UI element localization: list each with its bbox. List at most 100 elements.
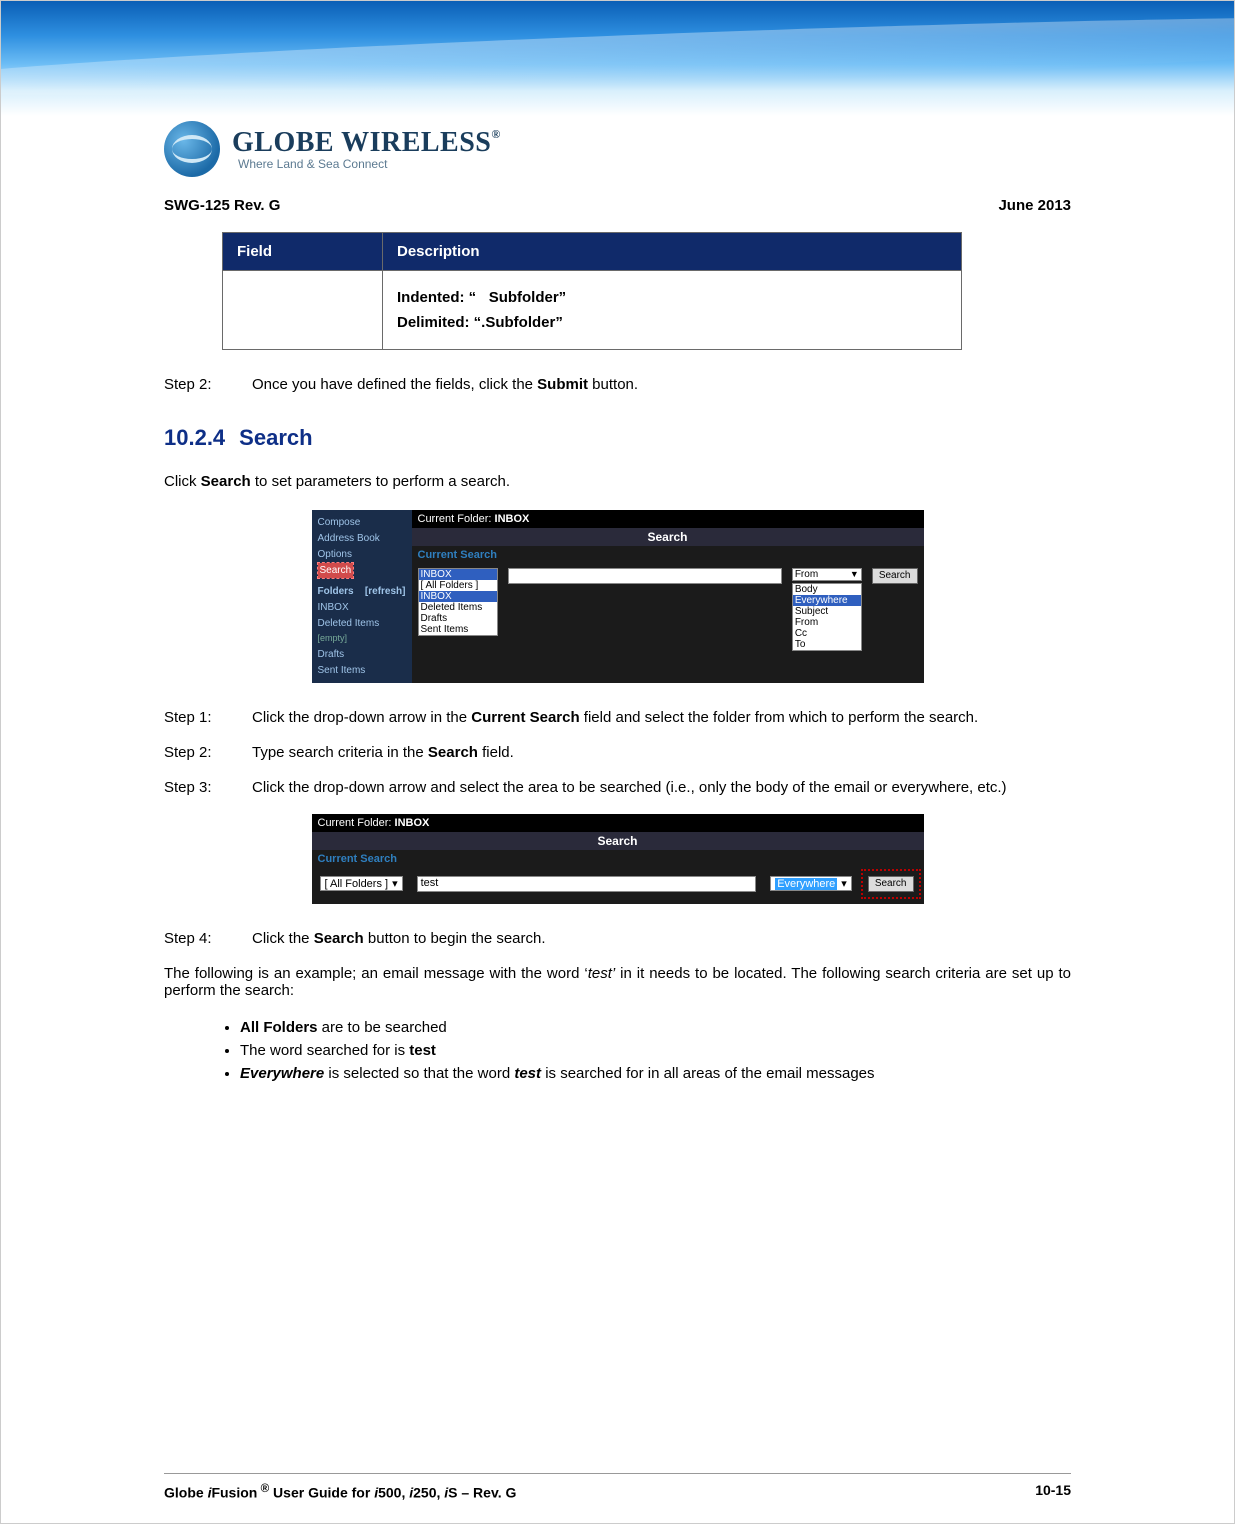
dd-everywhere[interactable]: Everywhere: [793, 595, 861, 606]
listbox-deleted[interactable]: Deleted Items: [419, 602, 497, 613]
step-3: Step 3: Click the drop-down arrow and se…: [164, 779, 1071, 796]
brand-tagline: Where Land & Sea Connect: [238, 157, 501, 171]
folder-selected: [ All Folders ]: [325, 878, 389, 890]
b1-bold: All Folders: [240, 1019, 318, 1036]
fl4: 500,: [378, 1485, 409, 1501]
t2: button to begin the search.: [364, 930, 546, 947]
fl5: 250,: [413, 1485, 444, 1501]
page: GLOBE WIRELESS® Where Land & Sea Connect…: [0, 0, 1235, 1524]
sidebar-drafts[interactable]: Drafts: [318, 647, 406, 662]
listbox-all-folders[interactable]: [ All Folders ]: [419, 580, 497, 591]
fl2: Fusion: [211, 1485, 257, 1501]
listbox-sent[interactable]: Sent Items: [419, 624, 497, 635]
folder-listbox[interactable]: INBOX [ All Folders ] INBOX Deleted Item…: [418, 568, 498, 636]
header-banner: [1, 1, 1234, 116]
fl-sup: ®: [257, 1482, 269, 1495]
th-field: Field: [223, 233, 383, 271]
search-text-input[interactable]: test: [417, 876, 757, 892]
step-2: Step 2: Type search criteria in the Sear…: [164, 744, 1071, 761]
sidebar-address-book[interactable]: Address Book: [318, 531, 406, 546]
sidebar-deleted[interactable]: Deleted Items: [318, 616, 406, 631]
sidebar-folders-header: Folders [refresh]: [318, 584, 406, 599]
sidebar-compose[interactable]: Compose: [318, 515, 406, 530]
dd-body[interactable]: Body: [793, 584, 861, 595]
highlight-callout: Search: [866, 874, 916, 894]
sidebar-empty[interactable]: [empty]: [318, 632, 406, 646]
step-label: Step 4:: [164, 930, 234, 947]
step-label: Step 2:: [164, 376, 234, 393]
doc-date: June 2013: [998, 197, 1071, 214]
step-text: Once you have defined the fields, click …: [252, 376, 537, 393]
scope-selected: Everywhere: [775, 878, 837, 890]
search-text-input[interactable]: [508, 568, 782, 584]
dd-to[interactable]: To: [793, 639, 861, 650]
cf-label: Current Folder:: [418, 513, 495, 525]
folders-label: Folders: [318, 584, 354, 599]
logo: GLOBE WIRELESS® Where Land & Sea Connect: [164, 121, 1234, 177]
search-button[interactable]: Search: [872, 568, 918, 584]
step-body: Click the drop-down arrow in the Current…: [252, 709, 1071, 726]
refresh-link[interactable]: [refresh]: [365, 584, 406, 599]
doc-header: SWG-125 Rev. G June 2013: [164, 197, 1071, 214]
folder-dropdown[interactable]: [ All Folders ]▾: [320, 876, 403, 891]
brand-name: GLOBE WIRELESS: [232, 127, 491, 158]
dd-options: Body Everywhere Subject From Cc To: [792, 583, 862, 651]
t: Click the: [252, 930, 314, 947]
sidebar: Compose Address Book Options Search Fold…: [312, 510, 412, 683]
dd-cc[interactable]: Cc: [793, 628, 861, 639]
t2: field.: [478, 744, 514, 761]
page-footer: Globe iFusion ® User Guide for i500, i25…: [164, 1473, 1071, 1501]
sidebar-inbox[interactable]: INBOX: [318, 600, 406, 615]
b3-t1: is selected so that the word: [324, 1065, 514, 1082]
sidebar-sent[interactable]: Sent Items: [318, 663, 406, 678]
search-button[interactable]: Search: [868, 876, 914, 892]
footer-left: Globe iFusion ® User Guide for i500, i25…: [164, 1482, 516, 1501]
list-item: Everywhere is selected so that the word …: [240, 1065, 1071, 1082]
step-label: Step 3:: [164, 779, 234, 796]
step-body: Type search criteria in the Search field…: [252, 744, 1071, 761]
th-description: Description: [383, 233, 962, 271]
doc-rev: SWG-125 Rev. G: [164, 197, 280, 214]
dd-subject[interactable]: Subject: [793, 606, 861, 617]
criteria-list: All Folders are to be searched The word …: [222, 1019, 1071, 1082]
step-bold: Submit: [537, 376, 588, 393]
table-row: Indented: “ Subfolder” Delimited: “.Subf…: [223, 271, 962, 350]
intro-paragraph: Click Search to set parameters to perfor…: [164, 473, 1071, 490]
cf-label: Current Folder:: [318, 817, 395, 829]
scope-dropdown[interactable]: From▼ Body Everywhere Subject From Cc To: [792, 568, 862, 581]
search-title: Search: [312, 832, 924, 850]
cell-description: Indented: “ Subfolder” Delimited: “.Subf…: [383, 271, 962, 350]
step-body: Click the drop-down arrow and select the…: [252, 779, 1071, 796]
step-label: Step 2:: [164, 744, 234, 761]
listbox-selected[interactable]: INBOX: [419, 569, 497, 580]
intro-before: Click: [164, 473, 201, 490]
step-body: Once you have defined the fields, click …: [252, 376, 1071, 393]
main-panel: Current Folder: INBOX Search Current Sea…: [412, 510, 924, 683]
chevron-down-icon: ▾: [392, 877, 398, 890]
indented-label: Indented: “: [397, 289, 476, 306]
brand-reg: ®: [491, 127, 500, 141]
b3-bi1: Everywhere: [240, 1065, 324, 1082]
list-item: All Folders are to be searched: [240, 1019, 1071, 1036]
b2-bold: test: [409, 1042, 436, 1059]
sidebar-search[interactable]: Search: [318, 563, 354, 578]
ex-t1: The following is an example; an email me…: [164, 965, 588, 982]
current-search-label: Current Search: [412, 546, 924, 564]
logo-text: GLOBE WIRELESS® Where Land & Sea Connect: [232, 127, 501, 171]
dd-selected: From: [795, 569, 818, 580]
t: Type search criteria in the: [252, 744, 428, 761]
sidebar-options[interactable]: Options: [318, 547, 406, 562]
fl6: S – Rev. G: [448, 1485, 516, 1501]
fl3: User Guide for: [269, 1485, 374, 1501]
step-text-after: button.: [588, 376, 638, 393]
b3-bi2: test: [514, 1065, 541, 1082]
b: Search: [428, 744, 478, 761]
listbox-inbox[interactable]: INBOX: [419, 591, 497, 602]
t: Click the drop-down arrow in the: [252, 709, 471, 726]
scope-dropdown[interactable]: Everywhere▾: [770, 876, 852, 891]
dd-from[interactable]: From: [793, 617, 861, 628]
step-1: Step 1: Click the drop-down arrow in the…: [164, 709, 1071, 726]
list-item: The word searched for is test: [240, 1042, 1071, 1059]
listbox-drafts[interactable]: Drafts: [419, 613, 497, 624]
section-number: 10.2.4: [164, 425, 225, 450]
